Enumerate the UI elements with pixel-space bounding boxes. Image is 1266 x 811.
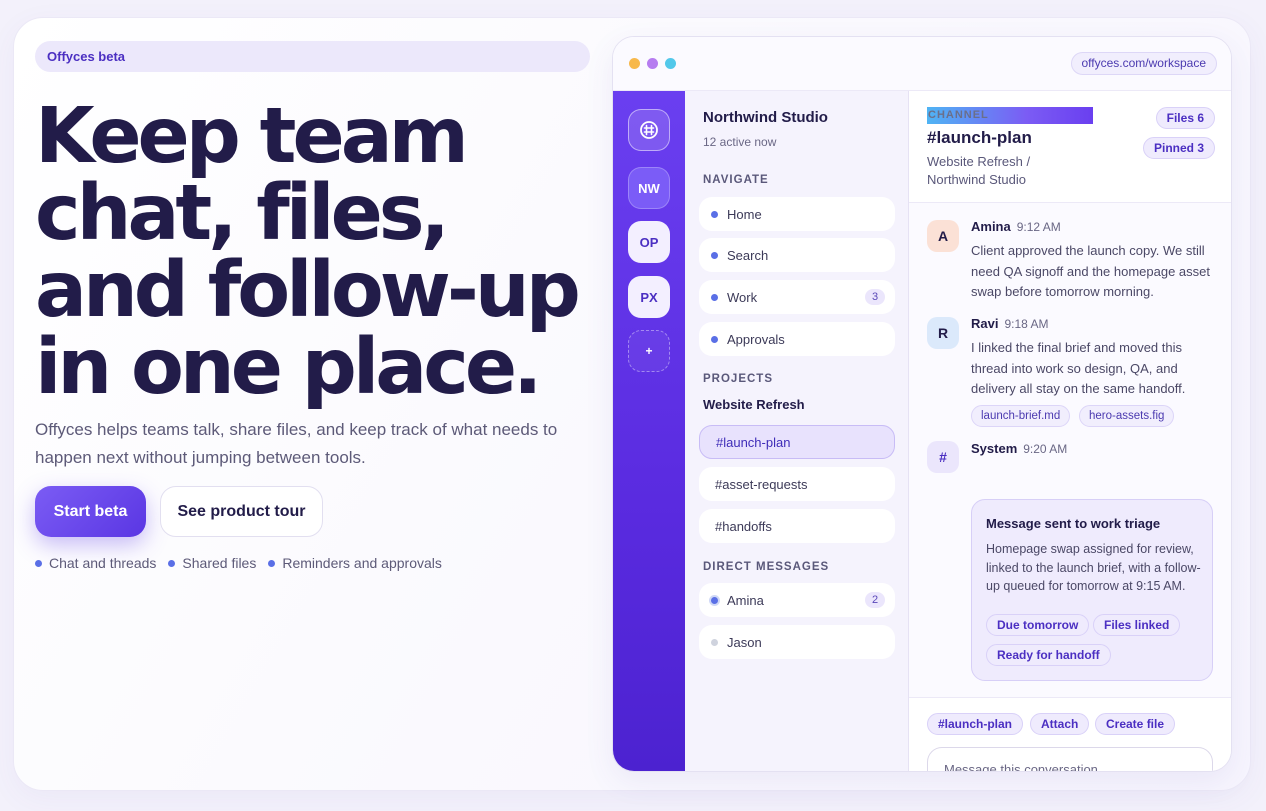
status-badge[interactable]: Files linked [1093,614,1181,636]
channel-label: CHANNEL [927,107,1093,124]
sidebar-item-label: Search [727,247,769,263]
message-input[interactable]: Message this conversation... [927,747,1213,771]
system-card: Message sent to work triage Homepage swa… [971,499,1213,681]
system-card-title: Message sent to work triage [986,516,1161,531]
message-author: Amina 9:12 AM [971,219,1061,234]
sidebar-item-label: Work [727,289,758,305]
message-text: I linked the final brief and moved this … [971,340,1186,396]
minimize-dot-icon[interactable] [647,58,658,69]
bullet-dot-icon [711,335,718,343]
dm-label: Amina [727,592,764,608]
active-count: 12 active now [703,135,777,149]
avatar: # [927,441,959,473]
message-time: 9:20 AM [1023,442,1068,456]
feature-item: Reminders and approvals [268,555,442,571]
offline-dot-icon [711,638,718,646]
bullet-dot-icon [711,210,718,218]
count-badge: 2 [865,592,885,608]
feature-label: Reminders and approvals [282,555,442,571]
sidebar-item-search[interactable]: Search [699,238,895,272]
bullet-dot-icon [268,559,276,567]
workspace-nw-button[interactable]: NW [628,167,670,209]
workspace-px-button[interactable]: PX [628,276,670,318]
online-dot-icon [711,596,718,604]
author-name: Amina [971,219,1011,234]
sidebar-item-label: Home [727,206,762,222]
message-text: Client approved the launch copy. We stil… [971,243,1210,299]
conversation-pane: CHANNEL #launch-plan Website Refresh / N… [909,91,1231,771]
workspace-rail: NW OP PX + [613,91,685,771]
breadcrumb: Website Refresh / Northwind Studio [927,154,1031,187]
projects-heading: PROJECTS [703,373,773,385]
add-workspace-button[interactable]: + [628,330,670,372]
dm-heading: DIRECT MESSAGES [703,561,830,573]
create-file-button[interactable]: Create file [1095,713,1176,735]
channel-sidebar: Northwind Studio 12 active now NAVIGATE … [685,91,909,771]
channel-handoffs[interactable]: #handoffs [699,509,895,543]
channel-launch-plan[interactable]: #launch-plan [699,425,895,459]
files-pill[interactable]: Files 6 [1155,107,1215,129]
bullet-dot-icon [168,559,176,567]
navigate-heading: NAVIGATE [703,174,769,186]
bullet-dot-icon [35,559,42,567]
system-card-body: Homepage swap assigned for review, linke… [986,542,1201,593]
project-name: Website Refresh [703,397,805,412]
window-titlebar: offyces.com/workspace [613,37,1231,91]
status-badge[interactable]: Due tomorrow [986,614,1090,636]
workspace-hash-icon[interactable] [628,109,670,151]
channel-chip[interactable]: #launch-plan [927,713,1024,735]
file-chip[interactable]: hero-assets.fig [1079,405,1175,427]
bullet-dot-icon [711,251,718,259]
dm-jason[interactable]: Jason [699,625,895,659]
feature-label: Chat and threads [49,555,157,571]
hero-headline: Keep team chat, files, and follow-up in … [35,92,581,412]
message-author: System 9:20 AM [971,441,1067,456]
app-window: offyces.com/workspace NW OP PX + Northwi… [612,36,1232,772]
sidebar-item-home[interactable]: Home [699,197,895,231]
url-pill[interactable]: offyces.com/workspace [1070,52,1217,75]
count-badge: 3 [865,289,885,305]
workspace-name: Northwind Studio [703,109,828,126]
channel-header: CHANNEL #launch-plan Website Refresh / N… [909,91,1231,203]
product-tour-button[interactable]: See product tour [160,486,323,537]
status-badge[interactable]: Ready for handoff [986,644,1111,666]
close-dot-icon[interactable] [629,58,640,69]
attach-button[interactable]: Attach [1030,713,1090,735]
pinned-pill[interactable]: Pinned 3 [1142,137,1215,159]
dm-amina[interactable]: Amina 2 [699,583,895,617]
avatar: A [927,220,959,252]
author-name: Ravi [971,316,999,331]
feature-label: Shared files [182,555,257,571]
message-author: Ravi 9:18 AM [971,316,1049,331]
feature-item: Shared files [168,555,256,571]
maximize-dot-icon[interactable] [665,58,676,69]
message-time: 9:18 AM [1004,317,1049,331]
workspace-op-button[interactable]: OP [628,221,670,263]
feature-list: Chat and threads Shared files Reminders … [35,555,442,571]
sidebar-item-work[interactable]: Work 3 [699,280,895,314]
feature-item: Chat and threads [35,555,156,571]
beta-badge: Offyces beta [35,41,590,72]
message-time: 9:12 AM [1016,220,1061,234]
channel-title: #launch-plan [927,128,1032,147]
start-beta-button[interactable]: Start beta [35,486,146,537]
avatar: R [927,317,959,349]
dm-label: Jason [727,634,762,650]
author-name: System [971,441,1018,456]
hero-lede: Offyces helps teams talk, share files, a… [35,420,558,467]
channel-asset-requests[interactable]: #asset-requests [699,467,895,501]
composer: #launch-plan Attach Create file Message … [909,697,1231,771]
file-chip[interactable]: launch-brief.md [971,405,1071,427]
bullet-dot-icon [711,293,718,301]
sidebar-item-label: Approvals [727,331,785,347]
sidebar-item-approvals[interactable]: Approvals [699,322,895,356]
